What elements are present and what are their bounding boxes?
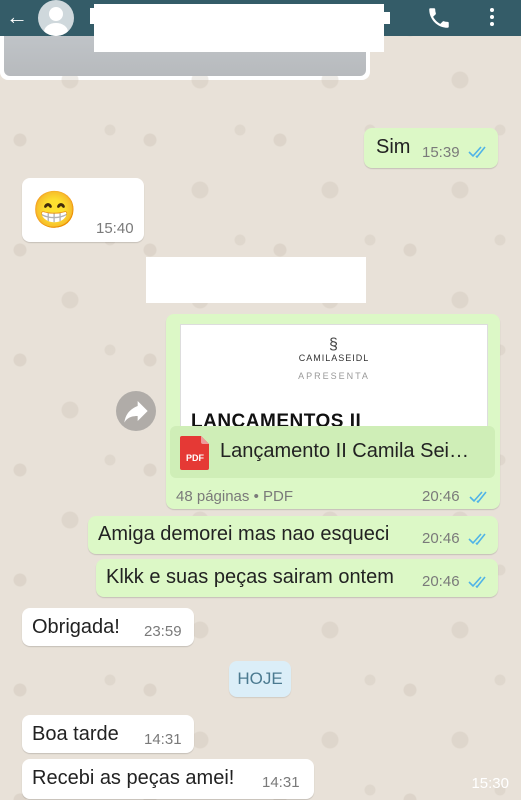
document-file-name: Lançamento II Camila Sei… — [220, 440, 470, 462]
double-check-icon — [468, 576, 486, 588]
message-text: Amiga demorei mas nao esqueci — [98, 523, 390, 545]
forward-button[interactable] — [116, 391, 156, 431]
message-time: 15:39 — [422, 144, 460, 161]
document-message[interactable]: § CAMILASEIDL APRESENTA LANÇAMENTOS II P… — [166, 314, 500, 509]
arrow-left-icon[interactable]: ← — [6, 5, 28, 29]
pdf-icon: PDF — [180, 436, 209, 470]
message-text: Boa tarde — [32, 723, 119, 745]
message-time: 20:46 — [422, 488, 460, 505]
double-check-icon — [468, 146, 486, 158]
emoji-grin-icon: 😁 — [32, 189, 77, 230]
more-vert-icon[interactable] — [486, 6, 498, 30]
message-text: Obrigada! — [32, 616, 120, 638]
redacted-contact-name — [94, 4, 384, 52]
message-time: 14:31 — [144, 731, 182, 748]
default-avatar-icon[interactable] — [38, 0, 74, 36]
date-divider: HOJE — [229, 661, 291, 697]
document-preview[interactable]: § CAMILASEIDL APRESENTA LANÇAMENTOS II — [180, 324, 488, 436]
message-text: Recebi as peças amei! — [32, 767, 235, 789]
forward-icon — [124, 401, 148, 423]
document-subtitle: APRESENTA — [298, 371, 370, 381]
message-text: Sim — [376, 136, 411, 158]
message-text: Klkk e suas peças sairam ontem — [106, 566, 394, 588]
incoming-message-boa-tarde[interactable]: Boa tarde 14:31 — [22, 715, 194, 753]
pdf-badge-label: PDF — [186, 453, 205, 463]
incoming-message-obrigada[interactable]: Obrigada! 23:59 — [22, 608, 194, 646]
message-time: 14:31 — [262, 774, 300, 791]
logo-mark-icon: § — [329, 336, 339, 353]
message-time: 20:46 — [422, 530, 460, 547]
redacted-sender-label — [146, 257, 366, 303]
outgoing-message-sim[interactable]: Sim 15:39 — [364, 128, 498, 168]
outgoing-message-klkk[interactable]: Klkk e suas peças sairam ontem 20:46 — [96, 559, 498, 597]
incoming-message-emoji[interactable]: 😁 15:40 — [22, 178, 144, 242]
message-time: 15:40 — [96, 220, 134, 237]
double-check-icon — [468, 533, 486, 545]
outgoing-message-amiga[interactable]: Amiga demorei mas nao esqueci 20:46 — [88, 516, 498, 554]
brand-logo: § CAMILASEIDL — [181, 336, 487, 364]
phone-icon[interactable] — [426, 5, 452, 31]
message-time: 23:59 — [144, 623, 182, 640]
message-time: 20:46 — [422, 573, 460, 590]
document-file-row[interactable]: PDF Lançamento II Camila Sei… — [170, 426, 495, 478]
incoming-message-recebi[interactable]: Recebi as peças amei! 14:31 — [22, 759, 314, 799]
double-check-icon — [469, 491, 487, 503]
brand-name: CAMILASEIDL — [298, 353, 370, 363]
document-meta: 48 páginas • PDF — [176, 488, 293, 505]
message-time: 15:30 — [471, 775, 509, 792]
